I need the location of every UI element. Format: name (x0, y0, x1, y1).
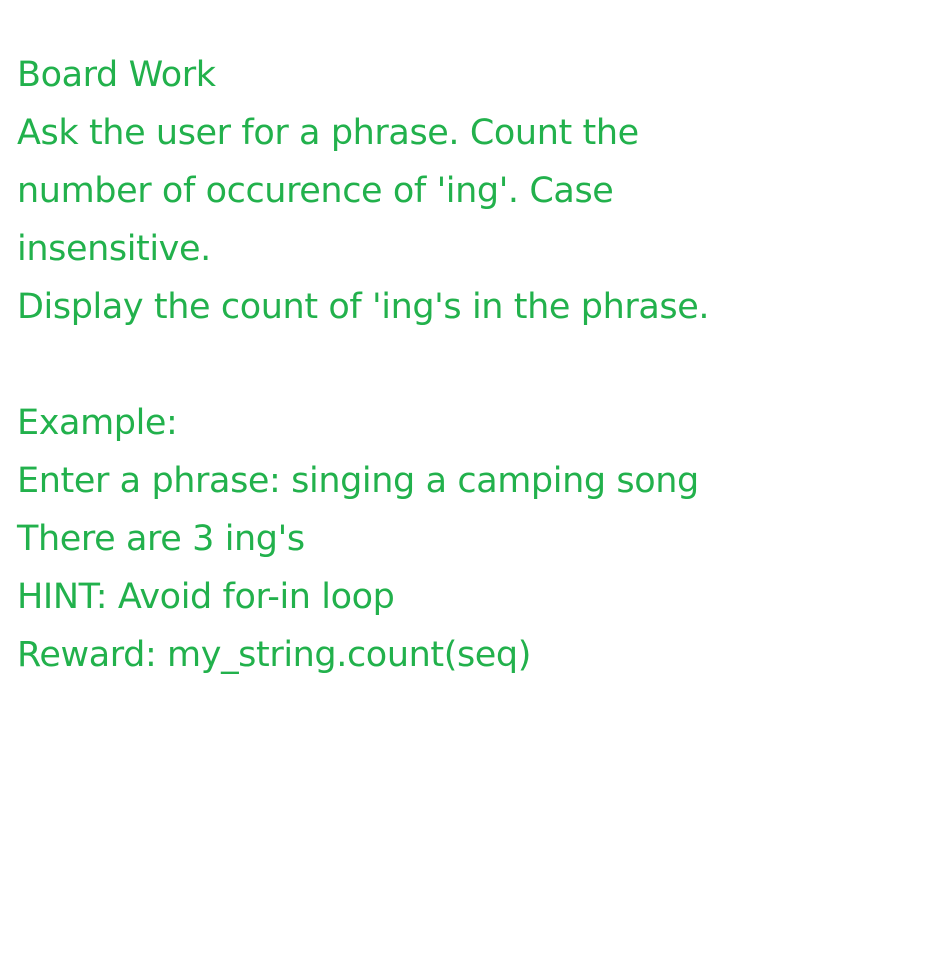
board-work-document: Board Work Ask the user for a phrase. Co… (17, 46, 917, 684)
task-text-line: insensitive. (17, 229, 211, 269)
example-heading: Example: (17, 403, 178, 443)
task-text-line: Display the count of 'ing's in the phras… (17, 287, 710, 327)
task-text-line: Ask the user for a phrase. Count the (17, 113, 639, 153)
document-title: Board Work (17, 55, 216, 95)
hint-line: HINT: Avoid for-in loop (17, 577, 395, 617)
task-text-line: number of occurence of 'ing'. Case (17, 171, 614, 211)
example-input-line: Enter a phrase: singing a camping song (17, 461, 699, 501)
page: { "colors": { "text": "#22b14c", "backgr… (0, 0, 928, 960)
reward-line: Reward: my_string.count(seq) (17, 635, 532, 675)
example-output-line: There are 3 ing's (17, 519, 305, 559)
